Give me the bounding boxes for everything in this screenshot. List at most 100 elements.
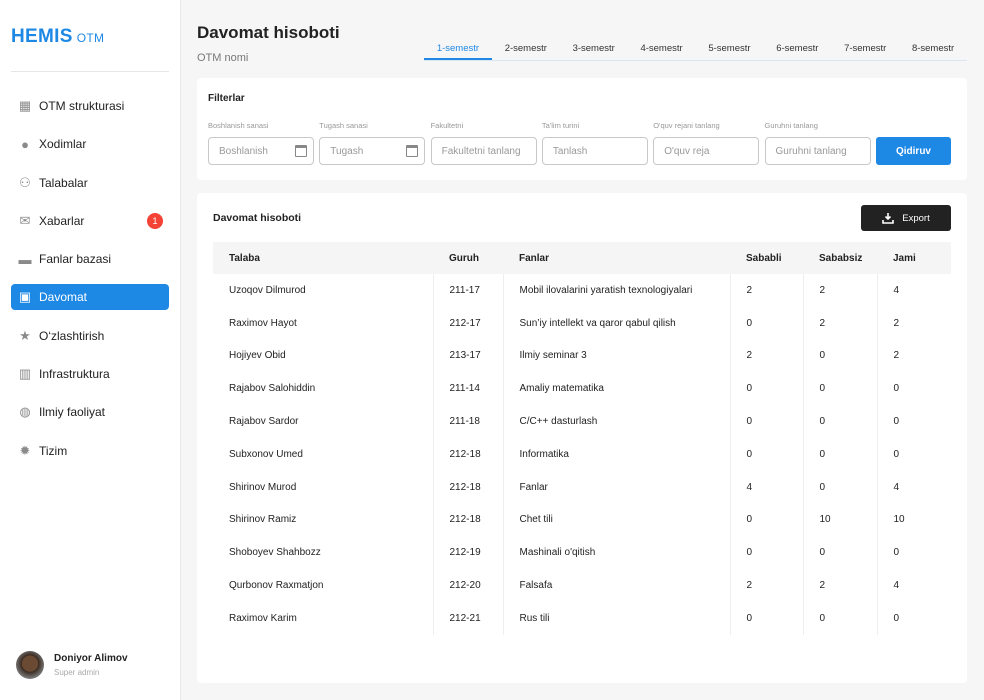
filter-placeholder: Tugash [330, 145, 364, 157]
table-cell: Shoboyev Shahbozz [229, 547, 321, 559]
filter-input[interactable]: Tanlash [541, 137, 648, 165]
sidebar-item-label: O‘zlashtirish [39, 328, 105, 343]
table-cell: 0 [876, 372, 951, 406]
sidebar-item-talabalar[interactable]: ⚇ Talabalar [11, 170, 169, 196]
tab-semester-5[interactable]: 5-semestr [696, 38, 764, 60]
table-row[interactable]: Raximov Hayot 212-17 Sun’iy intellekt va q… [213, 306, 951, 340]
tab-semester-1[interactable]: 1-semestr [424, 38, 492, 60]
table-cell: 211-18 [432, 405, 503, 438]
tab-semester-2[interactable]: 2-semestr [492, 38, 560, 60]
filter-label: Guruhni tanlang [764, 121, 818, 130]
tab-semester-3[interactable]: 3-semestr [560, 38, 628, 60]
table-cell: 2 [802, 306, 877, 340]
table-cell: Informatika [502, 437, 730, 471]
sidebar-item-label: OTM strukturasi [39, 99, 125, 113]
table-cell: 0 [729, 306, 803, 340]
table-row[interactable]: Subxonov Umed 212-18 Informatika 0 0 0 [213, 437, 951, 471]
table-cell: 0 [802, 470, 877, 504]
table-cell: 0 [876, 601, 951, 635]
page-subtitle: OTM nomi [197, 52, 249, 64]
sidebar-item-infrastruktura[interactable]: ▥ Infrastruktura [11, 361, 169, 387]
table-cell: 212-18 [432, 437, 503, 471]
user-role: Super admin [54, 668, 100, 677]
table-cell: Amaliy matematika [502, 372, 730, 406]
calendar-icon[interactable] [406, 145, 419, 157]
column-header[interactable]: Fanlar [503, 242, 730, 274]
report-title: Davomat hisoboti [213, 212, 302, 224]
table-cell: 0 [729, 536, 803, 570]
filter-field: Ta'lim turini Tanlash [541, 121, 648, 165]
table-cell: 2 [729, 274, 803, 307]
column-header[interactable]: Sababli [730, 242, 803, 274]
sidebar-item-xabarlar[interactable]: ✉ Xabarlar 1 [11, 208, 169, 234]
table-cell: 212-21 [432, 601, 503, 635]
sidebar-item-o-zlashtirish[interactable]: ★ O‘zlashtirish [11, 323, 169, 349]
table-row[interactable]: Uzoqov Dilmurod 211-17 Mobil ilovalarini y… [213, 274, 951, 307]
table-cell: Rus tili [502, 601, 730, 635]
table-row[interactable]: Qurbonov Raxmatjon 212-20 Falsafa 2 2 4 [213, 569, 951, 602]
table-cell: 0 [802, 339, 877, 373]
people-icon: ⚇ [19, 174, 31, 190]
tab-semester-8[interactable]: 8-semestr [899, 38, 967, 60]
sidebar-item-otm-strukturasi[interactable]: ▦ OTM strukturasi [11, 93, 169, 119]
table-cell: Rajabov Salohiddin [229, 383, 316, 395]
table-row[interactable]: Shirinov Murod 212-18 Fanlar 4 0 4 [213, 470, 951, 504]
column-header[interactable]: Jami [877, 242, 951, 274]
filter-input[interactable]: Boshlanish [208, 137, 314, 165]
sidebar-item-ilmiy-faoliyat[interactable]: ◍ Ilmiy faoliyat [11, 399, 169, 425]
table-cell: 4 [876, 274, 951, 307]
table-cell: 4 [729, 470, 803, 504]
table-row[interactable]: Raximov Karim 212-21 Rus tili 0 0 0 [213, 601, 951, 635]
sidebar-item-davomat[interactable]: ▣ Davomat [11, 284, 169, 311]
table-cell: 0 [802, 372, 877, 406]
filter-label: Tugash sanasi [319, 121, 368, 130]
column-header[interactable]: Guruh [433, 242, 503, 274]
tab-semester-7[interactable]: 7-semestr [831, 38, 899, 60]
table-row[interactable]: Shoboyev Shahbozz 212-19 Mashinali o'qitis… [213, 536, 951, 570]
export-label: Export [902, 212, 930, 224]
table-row[interactable]: Shirinov Ramiz 212-18 Chet tili 0 10 10 [213, 503, 951, 537]
column-header[interactable]: Sababsiz [803, 242, 877, 274]
table-row[interactable]: Rajabov Salohiddin 211-14 Amaliy matematik… [213, 372, 951, 406]
logo[interactable]: HEMIS OTM [11, 26, 104, 48]
sidebar-item-label: Xodimlar [39, 137, 87, 152]
filter-field: O'quv rejani tanlang O'quv reja [653, 121, 760, 165]
table-cell: Sun’iy intellekt va qaror qabul qilish [502, 306, 730, 340]
table-row[interactable]: Hojiyev Obid 213-17 Ilmiy seminar 3202 [213, 339, 951, 373]
user-profile[interactable]: Doniyor Alimov Super admin [16, 651, 128, 679]
table-cell: 212-18 [432, 503, 503, 537]
filter-placeholder: O'quv reja [664, 145, 710, 157]
page-title: Davomat hisoboti [197, 23, 340, 42]
filter-placeholder: Fakultetni tanlang [441, 145, 521, 157]
table-cell: 0 [729, 372, 803, 406]
search-button[interactable]: Qidiruv [876, 137, 951, 165]
calendar-icon[interactable] [295, 145, 307, 157]
divider [11, 71, 169, 72]
table-cell: 0 [802, 405, 877, 438]
filter-input[interactable]: Fakultetni tanlang [430, 137, 537, 165]
export-button[interactable]: Export [861, 205, 951, 231]
table-cell: 2 [729, 339, 803, 373]
table-row[interactable]: Rajabov Sardor 211-18 C/C++ dasturlash 0 0 0 [213, 405, 951, 438]
tab-semester-6[interactable]: 6-semestr [763, 38, 831, 60]
filter-input[interactable]: Tugash [319, 137, 426, 165]
sidebar-item-tizim[interactable]: ✹ Tizim [11, 438, 169, 464]
sidebar-item-label: Fanlar bazasi [39, 252, 112, 267]
table-cell: 0 [802, 601, 877, 635]
table-cell: Mashinali o'qitish [502, 536, 730, 570]
gear-icon: ✹ [19, 442, 31, 458]
table-cell: 0 [876, 437, 951, 471]
filter-field: Fakultetni Fakultetni tanlang [430, 121, 537, 165]
table-cell: 10 [876, 503, 951, 537]
filter-label: Boshlanish sanasi [208, 121, 269, 130]
table-cell: 212-17 [432, 306, 503, 340]
table-cell: Subxonov Umed [229, 448, 303, 460]
filter-input[interactable]: O'quv reja [653, 137, 760, 165]
table-cell: Hojiyev Obid [229, 350, 286, 362]
tab-semester-4[interactable]: 4-semestr [628, 38, 696, 60]
sidebar-item-fanlar-bazasi[interactable]: ▬ Fanlar bazasi [11, 246, 169, 272]
filter-input[interactable]: Guruhni tanlang [764, 137, 871, 165]
filter-field: Boshlanish sanasi Boshlanish [208, 121, 314, 165]
column-header[interactable]: Talaba [213, 242, 433, 274]
sidebar-item-xodimlar[interactable]: ● Xodimlar [11, 131, 169, 157]
